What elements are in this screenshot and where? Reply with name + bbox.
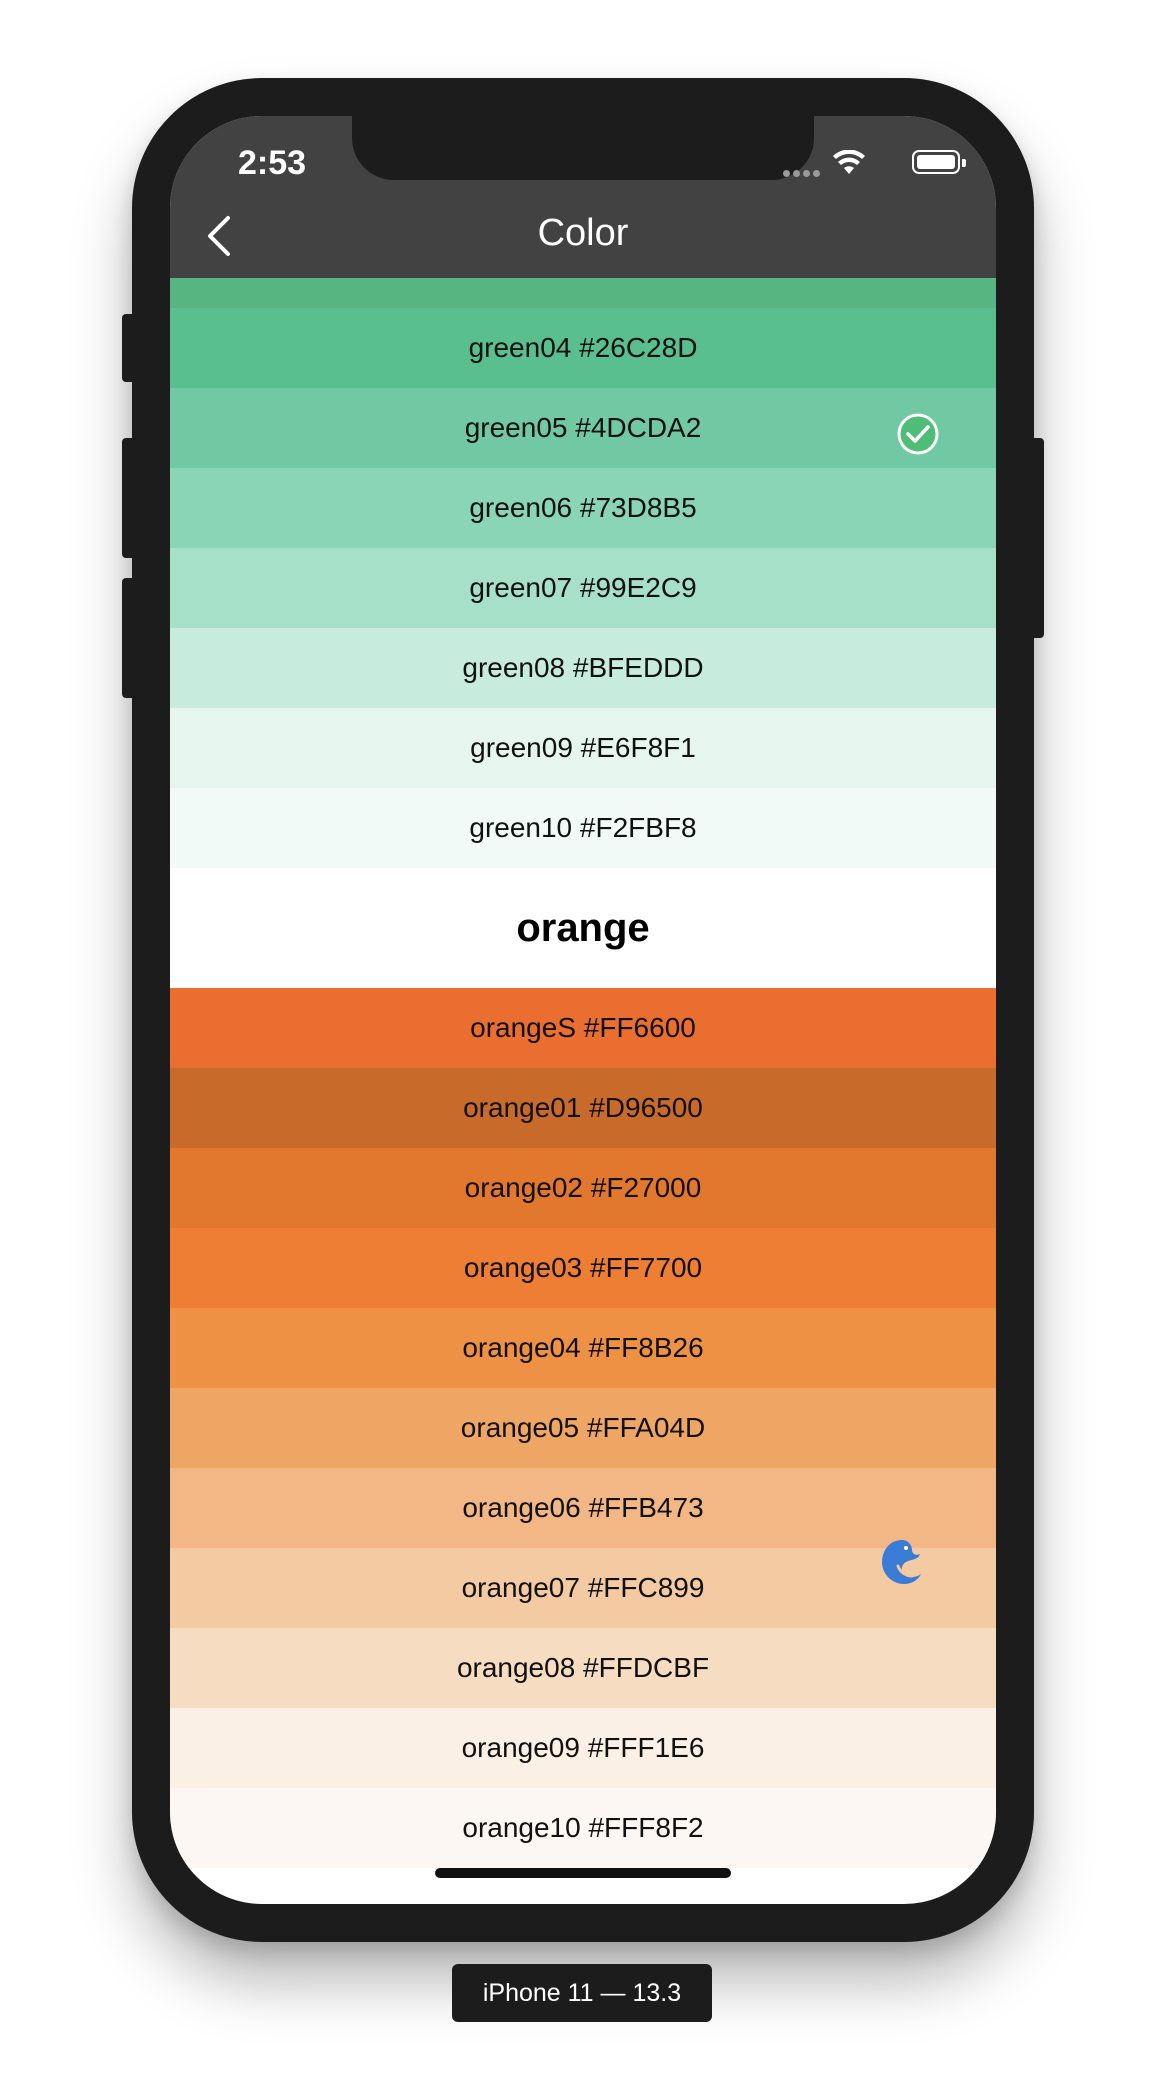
- orange-row-1[interactable]: orangeS #FF6600: [170, 988, 996, 1068]
- orange-row-5[interactable]: orange04 #FF8B26: [170, 1308, 996, 1388]
- green-row-1[interactable]: green04 #26C28D: [170, 308, 996, 388]
- color-row-label: orange08 #FFDCBF: [456, 1652, 710, 1683]
- color-row-label: orange10 #FFF8F2: [462, 1812, 704, 1843]
- color-row-label: green08 #BFEDDD: [462, 652, 704, 683]
- iphone-frame: 2:53 Color green04 #26C28D green05 #4DCD…: [122, 78, 1044, 1942]
- orange-row-10[interactable]: orange09 #FFF1E6: [170, 1708, 996, 1788]
- orange-color-group: orangeS #FF6600 orange01 #D96500 orange02 …: [170, 988, 996, 1868]
- color-row-label: orange09 #FFF1E6: [461, 1732, 705, 1763]
- green-row-4[interactable]: green07 #99E2C9: [170, 548, 996, 628]
- battery-icon: [912, 150, 966, 174]
- color-row-label: orange02 #F27000: [464, 1172, 702, 1203]
- green-row-7[interactable]: green10 #F2FBF8: [170, 788, 996, 868]
- section-header-orange: orange: [170, 868, 996, 988]
- color-row-label: green10 #F2FBF8: [469, 812, 697, 843]
- orange-row-3[interactable]: orange02 #F27000: [170, 1148, 996, 1228]
- green-color-group: green04 #26C28D green05 #4DCDA2 green06 #7…: [170, 308, 996, 868]
- wifi-icon: [833, 150, 865, 174]
- color-list[interactable]: g green04 #26C28D green05 #4DCDA2 green06 …: [170, 246, 996, 1868]
- color-row-label: orange03 #FF7700: [463, 1252, 703, 1283]
- green-row-3[interactable]: green06 #73D8B5: [170, 468, 996, 548]
- green-row-6[interactable]: green09 #E6F8F1: [170, 708, 996, 788]
- status-time: 2:53: [238, 144, 307, 182]
- color-row-label: green06 #73D8B5: [469, 492, 697, 523]
- color-row-partial[interactable]: g: [170, 246, 996, 308]
- color-row-label: green04 #26C28D: [468, 332, 698, 363]
- green-row-5[interactable]: green08 #BFEDDD: [170, 628, 996, 708]
- dolphin-icon[interactable]: [878, 1536, 926, 1588]
- power-button: [1032, 438, 1044, 638]
- color-row-label: orange06 #FFB473: [462, 1492, 704, 1523]
- orange-row-11[interactable]: orange10 #FFF8F2: [170, 1788, 996, 1868]
- navigation-bar: 2:53 Color: [170, 116, 996, 278]
- device-screen: 2:53 Color green04 #26C28D green05 #4DCD…: [170, 116, 996, 1904]
- orange-row-6[interactable]: orange05 #FFA04D: [170, 1388, 996, 1468]
- checkmark-circle-icon[interactable]: [896, 412, 940, 456]
- color-row-label: orangeS #FF6600: [470, 1012, 696, 1043]
- cellular-signal-icon: [780, 164, 820, 182]
- color-row-label: orange04 #FF8B26: [462, 1332, 704, 1363]
- orange-row-4[interactable]: orange03 #FF7700: [170, 1228, 996, 1308]
- color-row-label: green05 #4DCDA2: [464, 412, 702, 443]
- status-indicators: [740, 150, 966, 182]
- volume-up-button: [122, 438, 134, 558]
- color-row-label: green09 #E6F8F1: [470, 732, 696, 763]
- green-row-2[interactable]: green05 #4DCDA2: [170, 388, 996, 468]
- color-row-label: green07 #99E2C9: [469, 572, 697, 603]
- orange-row-7[interactable]: orange06 #FFB473: [170, 1468, 996, 1548]
- color-row-label: orange01 #D96500: [463, 1092, 703, 1123]
- orange-row-2[interactable]: orange01 #D96500: [170, 1068, 996, 1148]
- home-indicator[interactable]: [435, 1868, 731, 1878]
- orange-row-8[interactable]: orange07 #FFC899: [170, 1548, 996, 1628]
- nav-title: Color: [537, 212, 629, 254]
- volume-down-button: [122, 578, 134, 698]
- device-label: iPhone 11 — 13.3: [452, 1964, 712, 2022]
- mute-switch: [122, 314, 134, 382]
- color-row-label: orange05 #FFA04D: [460, 1412, 706, 1443]
- orange-row-9[interactable]: orange08 #FFDCBF: [170, 1628, 996, 1708]
- color-row-label: orange07 #FFC899: [461, 1572, 705, 1603]
